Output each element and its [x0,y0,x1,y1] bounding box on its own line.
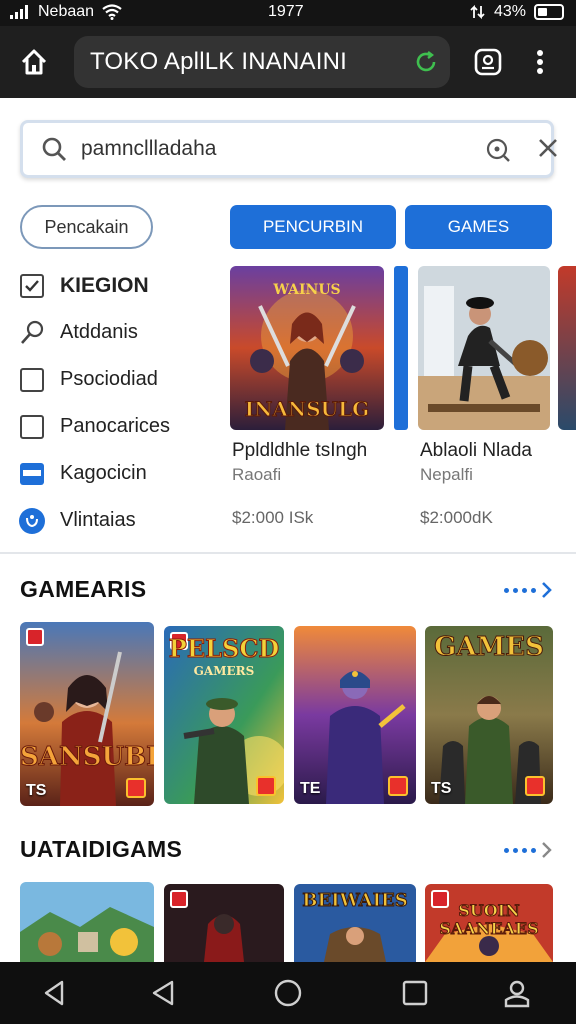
recent-back-icon[interactable] [148,978,178,1008]
tile-code: TS [26,782,47,799]
search-icon [42,137,66,161]
game-tile[interactable]: PELSCD GAMERS [164,626,284,804]
tile-title: GAMES [434,632,545,663]
divider [0,552,576,554]
game-tile[interactable] [20,882,154,962]
status-bar: Nebaan 1977 43% [0,0,576,26]
back-icon[interactable] [40,978,70,1008]
see-more-button[interactable] [504,581,554,599]
featured-name: Ppldldhle tsIngh [232,440,368,461]
tabs-icon[interactable] [472,46,504,78]
overview-icon[interactable] [400,978,430,1008]
category-label: Psociodiad [60,368,158,390]
page-title: TOKO ApllLK INANAINI [90,48,347,75]
tile-title: SANSUBER [20,742,154,773]
overflow-menu-icon[interactable] [530,46,550,78]
games-chip[interactable]: GAMES [405,205,552,249]
battery-percent: 43% [493,3,526,20]
featured-card[interactable]: WAINUS INANSULG [230,266,384,430]
featured-banner: WAINUS [272,282,340,298]
featured-price: $2:000dK [420,508,493,527]
game-tile[interactable]: BEIWAIES [294,884,416,962]
home-button-icon[interactable] [273,978,303,1008]
checkbox-icon [18,413,46,441]
signal-icon [10,5,28,19]
lens-icon[interactable] [485,137,511,163]
battery-icon [534,4,564,20]
featured-card-peek[interactable] [558,266,576,430]
game-tile[interactable]: GAMES TS [425,626,553,804]
system-nav-bar [0,962,576,1024]
magnifier-icon [18,319,46,347]
featured-art [418,266,550,430]
search-bar [20,120,557,178]
featured-art: WAINUS INANSULG [230,266,384,430]
category-list: KIEGION Atddanis Psociodiad Panocarices … [18,262,218,544]
clock: 1977 [268,3,304,20]
see-more-button[interactable] [504,841,554,859]
tile-title: BEIWAIES [302,890,409,912]
chevron-right-icon [542,842,552,858]
address-bar[interactable]: TOKO ApllLK INANAINI [74,36,450,88]
primary-chip[interactable]: PENCURBIN [230,205,396,249]
game-tile[interactable]: SUOIN SAANEAES [425,884,553,962]
section-title: UATAIDIGAMS [20,836,183,862]
featured-sub: Nepalfi [420,465,473,484]
game-tile[interactable]: SANSUBER TS [20,622,154,806]
category-item[interactable]: Psociodiad [18,356,218,403]
game-tile[interactable]: TE [294,626,416,804]
wifi-icon [102,4,122,20]
featured-name: Ablaoli Nlada [420,440,532,461]
reload-icon[interactable] [414,50,438,74]
category-item[interactable]: Vlintaias [18,497,218,544]
game-tile[interactable] [164,884,284,962]
tile-subtitle: GAMERS [193,664,255,678]
category-item[interactable]: KIEGION [18,262,218,309]
store-badge-icon [26,628,44,646]
filter-chip[interactable]: Pencakain [20,205,153,249]
checked-box-icon [18,272,46,300]
circle-badge-icon [18,507,46,535]
rating-badge-icon [525,776,545,796]
account-icon[interactable] [502,978,532,1008]
rating-badge-icon [126,778,146,798]
search-input[interactable] [81,131,461,167]
carousel-indicator [394,266,408,430]
store-badge-icon [170,890,188,908]
category-item[interactable]: Kagocicin [18,450,218,497]
chevron-right-icon [542,582,552,598]
carrier-label: Nebaan [38,3,95,20]
window-icon [18,460,46,488]
category-label: Atddanis [60,321,138,343]
tile-code: TE [300,780,321,797]
category-item[interactable]: Atddanis [18,309,218,356]
rating-badge-icon [256,776,276,796]
tile-title: PELSCD [168,634,280,664]
category-label: Kagocicin [60,462,147,484]
clear-icon[interactable] [537,137,559,159]
featured-card[interactable] [418,266,550,430]
category-item[interactable]: Panocarices [18,403,218,450]
featured-art-title: INANSULG [245,397,369,421]
app-bar: TOKO ApllLK INANAINI [0,26,576,98]
section-title: GAMEARIS [20,576,147,602]
category-label: Panocarices [60,415,171,437]
tile-title: SUOIN SAANEAES [439,901,539,938]
tile-code: TS [431,780,452,797]
home-icon[interactable] [18,46,50,78]
data-arrows-icon [470,4,485,20]
featured-price: $2:000 ISk [232,508,314,527]
featured-sub: Raoafi [232,465,282,484]
category-label: KIEGION [60,273,149,297]
checkbox-icon [18,366,46,394]
category-label: Vlintaias [60,509,136,531]
rating-badge-icon [388,776,408,796]
